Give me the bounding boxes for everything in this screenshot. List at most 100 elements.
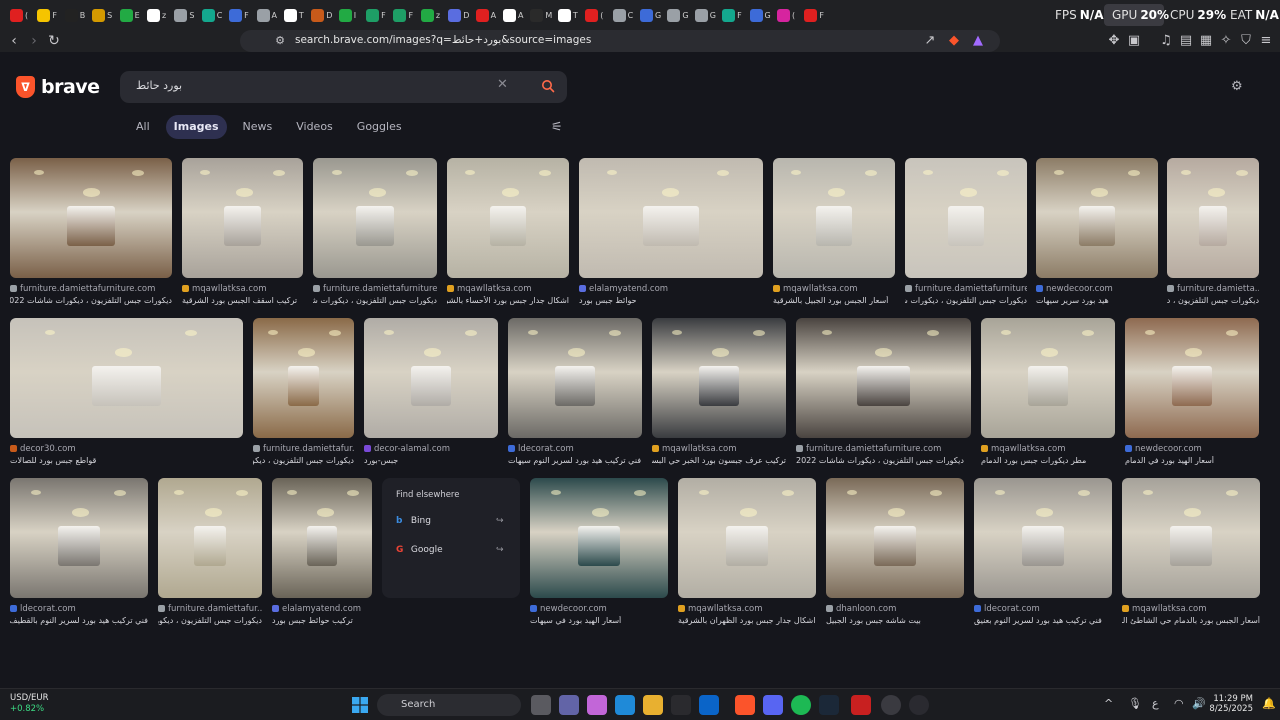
- browser-tab[interactable]: F: [389, 4, 416, 26]
- brave-taskbar-icon[interactable]: [735, 695, 755, 715]
- brave-logo[interactable]: ᐁ brave: [16, 76, 100, 98]
- result-caption[interactable]: قواطع جبس بورد للصالات: [10, 456, 243, 465]
- image-result-card[interactable]: decor-alamal.com جبس-بورد: [364, 318, 498, 470]
- result-source[interactable]: mqawllatksa.com: [773, 284, 895, 294]
- image-result-card[interactable]: furniture.damiettafurniture... ديكورات جب…: [905, 158, 1027, 310]
- result-source[interactable]: furniture.damiettafur...: [253, 444, 354, 454]
- browser-tab[interactable]: F: [800, 4, 827, 26]
- image-result-card[interactable]: mqawllatksa.com أسعار الجبس بورد بالدمام …: [1122, 478, 1260, 630]
- image-thumbnail[interactable]: [678, 478, 816, 598]
- image-thumbnail[interactable]: [1036, 158, 1158, 278]
- brave-rewards-icon[interactable]: ▲: [970, 33, 986, 49]
- browser-tab[interactable]: A: [499, 4, 526, 26]
- extensions-icon[interactable]: ✥: [1106, 33, 1122, 49]
- browser-tab[interactable]: D: [307, 4, 334, 26]
- image-result-card[interactable]: ldecorat.com فني تركيب هيد بورد لسرير الن…: [10, 478, 148, 630]
- image-thumbnail[interactable]: [10, 158, 172, 278]
- image-thumbnail[interactable]: [158, 478, 262, 598]
- result-source[interactable]: decor30.com: [10, 444, 243, 454]
- browser-tab[interactable]: D: [444, 4, 471, 26]
- steam-icon[interactable]: [819, 695, 839, 715]
- browser-tab[interactable]: S: [88, 4, 115, 26]
- wallet-icon[interactable]: ▦: [1198, 33, 1214, 49]
- browser-tab[interactable]: A: [472, 4, 499, 26]
- clear-search-icon[interactable]: ✕: [497, 77, 508, 92]
- image-thumbnail[interactable]: [773, 158, 895, 278]
- app-icon[interactable]: [851, 695, 871, 715]
- result-source[interactable]: mqawllatksa.com: [678, 604, 816, 614]
- browser-tab[interactable]: G: [636, 4, 663, 26]
- image-thumbnail[interactable]: [974, 478, 1112, 598]
- settings-gear-icon[interactable]: ⚙: [1231, 79, 1243, 94]
- microphone-icon[interactable]: 🎙: [1128, 697, 1142, 710]
- back-button[interactable]: ‹: [6, 33, 22, 49]
- image-result-card[interactable]: furniture.damiettafurniture... ديكورات جب…: [313, 158, 437, 310]
- result-source[interactable]: ldecorat.com: [508, 444, 642, 454]
- image-result-card[interactable]: furniture.damiettafur... ديكورات جبس التل…: [158, 478, 262, 630]
- result-caption[interactable]: ديكورات جبس التلفزيون ، ديكورات شاشات: [1167, 296, 1259, 305]
- result-caption[interactable]: مطر ديكورات جبس بورد الدمام: [981, 456, 1115, 465]
- result-caption[interactable]: أسعار الهيد بورد في سيهات: [530, 616, 668, 625]
- image-thumbnail[interactable]: [364, 318, 498, 438]
- browser-tab[interactable]: F: [33, 4, 60, 26]
- image-thumbnail[interactable]: [447, 158, 569, 278]
- discord-icon[interactable]: [763, 695, 783, 715]
- image-thumbnail[interactable]: [253, 318, 354, 438]
- notifications-icon[interactable]: 🔔: [1262, 697, 1276, 710]
- result-caption[interactable]: بيت شاشه جبس بورد الجبيل: [826, 616, 964, 625]
- volume-icon[interactable]: 🔊: [1192, 697, 1206, 710]
- browser-tab[interactable]: A: [253, 4, 280, 26]
- result-caption[interactable]: أسعار الجبس بورد بالدمام حي الشاطئ الشرق…: [1122, 616, 1260, 625]
- task-view-icon[interactable]: [531, 695, 551, 715]
- image-result-card[interactable]: elalamyatend.com حوائط جبس بورد: [579, 158, 763, 310]
- result-caption[interactable]: فني تركيب هيد بورد لسرير النوم سيهات: [508, 456, 642, 465]
- result-caption[interactable]: اشكال جدار جبس بورد الظهران بالشرقية: [678, 616, 816, 625]
- image-thumbnail[interactable]: [1122, 478, 1260, 598]
- result-source[interactable]: furniture.damietta...: [1167, 284, 1259, 294]
- result-source[interactable]: newdecoor.com: [1125, 444, 1259, 454]
- result-source[interactable]: mqawllatksa.com: [652, 444, 786, 454]
- image-result-card[interactable]: newdecoor.com هيد بورد سرير سيهات: [1036, 158, 1158, 310]
- site-info-icon[interactable]: ⚙: [272, 33, 288, 49]
- edge-icon[interactable]: [615, 695, 635, 715]
- result-caption[interactable]: فني تركيب هيد بورد لسرير النوم بعنيق: [974, 616, 1112, 625]
- image-result-card[interactable]: furniture.damiettafur... ديكورات جبس التل…: [253, 318, 354, 470]
- browser-tab[interactable]: z: [417, 4, 444, 26]
- image-thumbnail[interactable]: [10, 478, 148, 598]
- sidebar-icon[interactable]: ▤: [1178, 33, 1194, 49]
- result-source[interactable]: decor-alamal.com: [364, 444, 498, 454]
- image-result-card[interactable]: mqawllatksa.com مطر ديكورات جبس بورد الدم…: [981, 318, 1115, 470]
- windows-start-icon[interactable]: [352, 697, 368, 713]
- vpn-icon[interactable]: ⛉: [1238, 33, 1254, 49]
- media-icon[interactable]: ♫: [1158, 33, 1174, 49]
- image-thumbnail[interactable]: [981, 318, 1115, 438]
- image-thumbnail[interactable]: [1125, 318, 1259, 438]
- result-source[interactable]: ldecorat.com: [10, 604, 148, 614]
- image-result-card[interactable]: newdecoor.com أسعار الهيد بورد في سيهات: [530, 478, 668, 630]
- browser-tab[interactable]: F: [225, 4, 252, 26]
- result-caption[interactable]: تركيب حوائط جبس بورد: [272, 616, 372, 625]
- browser-tab[interactable]: (: [581, 4, 608, 26]
- file-explorer-icon[interactable]: [643, 695, 663, 715]
- image-thumbnail[interactable]: [272, 478, 372, 598]
- language-icon[interactable]: ع: [1152, 697, 1159, 710]
- browser-tab[interactable]: T: [554, 4, 581, 26]
- brave-shields-icon[interactable]: ◆: [946, 33, 962, 49]
- result-source[interactable]: furniture.damiettafurniture.com: [796, 444, 971, 454]
- result-caption[interactable]: أسعار الهيد بورد في الدمام: [1125, 456, 1259, 465]
- result-caption[interactable]: ديكورات جبس التلفزيون ، ديكورات شاشات 20…: [10, 296, 172, 305]
- image-thumbnail[interactable]: [796, 318, 971, 438]
- browser-tab[interactable]: (: [773, 4, 800, 26]
- result-source[interactable]: mqawllatksa.com: [447, 284, 569, 294]
- result-source[interactable]: furniture.damiettafurniture...: [905, 284, 1027, 294]
- browser-tab[interactable]: C: [609, 4, 636, 26]
- result-caption[interactable]: أسعار الجبس بورد الجبيل بالشرقية: [773, 296, 895, 305]
- app-icon[interactable]: [909, 695, 929, 715]
- find-on-google[interactable]: G Google ↪: [396, 545, 504, 555]
- browser-tab[interactable]: T: [280, 4, 307, 26]
- taskbar-search-input[interactable]: Search: [377, 694, 521, 716]
- result-source[interactable]: elalamyatend.com: [272, 604, 372, 614]
- browser-tab[interactable]: F: [718, 4, 745, 26]
- result-source[interactable]: mqawllatksa.com: [182, 284, 303, 294]
- image-thumbnail[interactable]: [652, 318, 786, 438]
